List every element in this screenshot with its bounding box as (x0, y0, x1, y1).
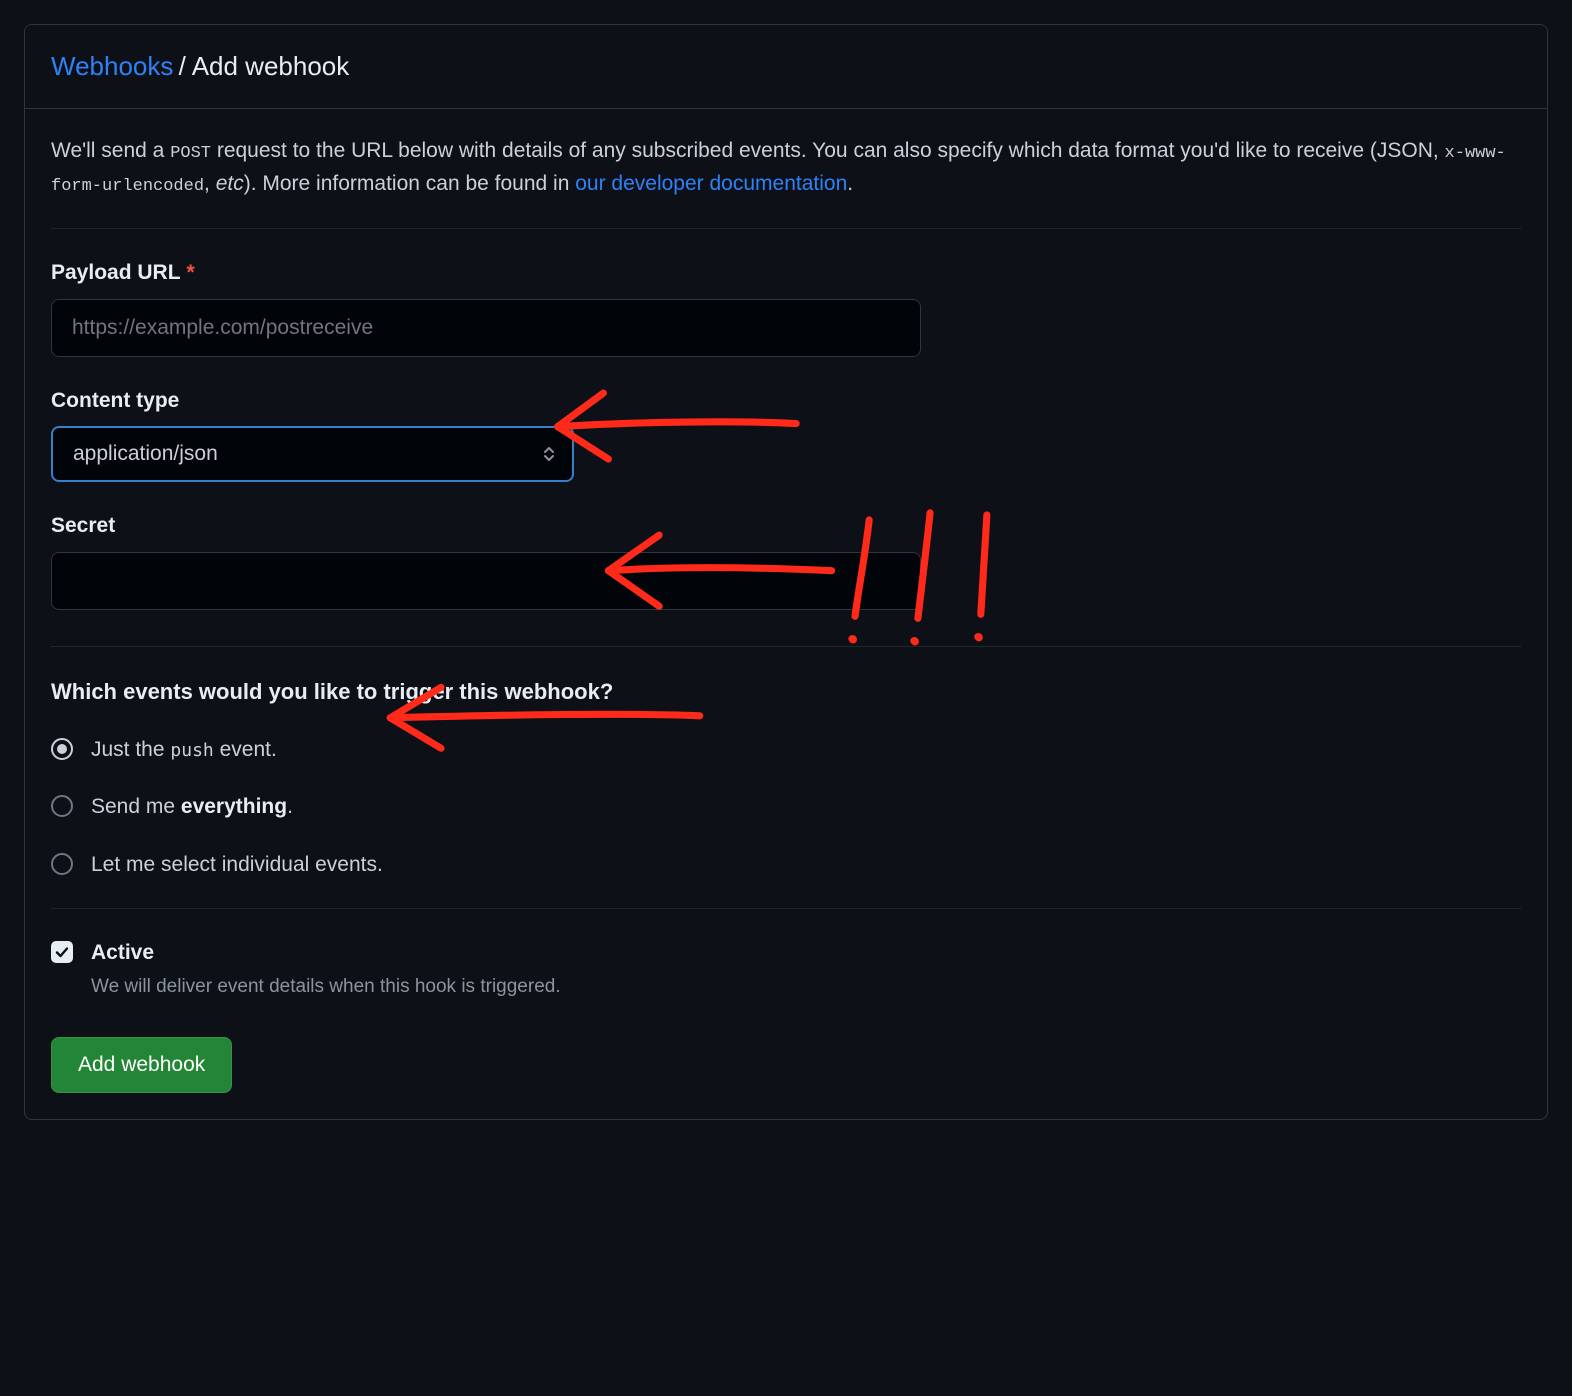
panel-header: Webhooks / Add webhook (25, 25, 1547, 109)
divider (51, 228, 1521, 229)
add-webhook-button[interactable]: Add webhook (51, 1037, 232, 1093)
webhook-settings-panel: Webhooks / Add webhook We'll send a POST… (24, 24, 1548, 1120)
events-group: Which events would you like to trigger t… (51, 675, 1521, 881)
radio-icon (51, 795, 73, 817)
active-label: Active (91, 937, 561, 969)
breadcrumb-separator: / (179, 51, 192, 81)
divider (51, 646, 1521, 647)
secret-input[interactable] (51, 552, 921, 610)
events-heading: Which events would you like to trigger t… (51, 675, 1521, 708)
radio-icon (51, 853, 73, 875)
page-title: Add webhook (192, 51, 350, 81)
required-indicator: * (187, 261, 195, 284)
secret-group: Secret (51, 510, 1521, 610)
panel-body: We'll send a POST request to the URL bel… (25, 109, 1547, 1119)
radio-label: Just the push event. (91, 734, 277, 766)
active-checkbox-row: Active We will deliver event details whe… (51, 937, 1521, 1001)
divider (51, 908, 1521, 909)
secret-label: Secret (51, 510, 1521, 542)
content-type-select[interactable]: application/json (51, 426, 574, 482)
event-option-everything[interactable]: Send me everything. (51, 791, 1521, 823)
radio-label: Let me select individual events. (91, 849, 383, 881)
payload-url-input[interactable] (51, 299, 921, 357)
active-description: We will deliver event details when this … (91, 973, 561, 1002)
breadcrumb-webhooks-link[interactable]: Webhooks (51, 51, 173, 81)
payload-url-group: Payload URL* (51, 257, 1521, 357)
content-type-group: Content type application/json (51, 385, 1521, 483)
content-type-label: Content type (51, 385, 1521, 417)
payload-url-label: Payload URL* (51, 257, 1521, 289)
event-option-individual[interactable]: Let me select individual events. (51, 849, 1521, 881)
radio-icon (51, 738, 73, 760)
check-icon (54, 944, 70, 960)
event-option-push[interactable]: Just the push event. (51, 734, 1521, 766)
intro-text: We'll send a POST request to the URL bel… (51, 135, 1521, 200)
active-checkbox[interactable] (51, 941, 73, 963)
radio-label: Send me everything. (91, 791, 293, 823)
developer-documentation-link[interactable]: our developer documentation (575, 172, 847, 195)
